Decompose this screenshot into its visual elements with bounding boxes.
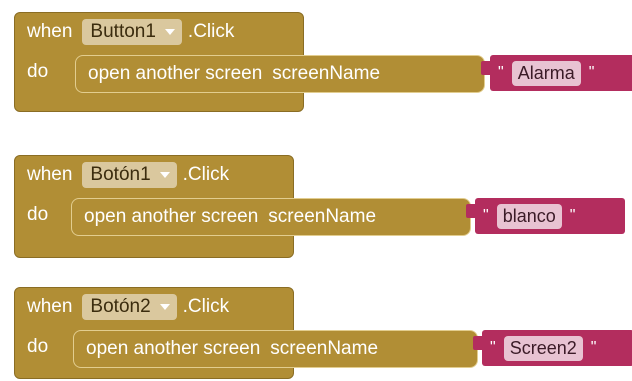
open-quote: " [483,207,489,224]
chevron-down-icon[interactable] [157,300,171,314]
when-keyword: when [27,164,73,185]
when-boton2-click-block[interactable]: when Botón2 .Click do open another scree… [14,287,632,379]
when-button1-click-block[interactable]: when Button1 .Click do open another scre… [14,12,632,112]
screen-name-param: screenName [272,63,381,84]
close-quote: " [588,64,595,81]
component-dropdown[interactable]: Botón2 [82,294,177,320]
text-string-block[interactable]: " Screen2 " [473,330,632,366]
chevron-down-icon[interactable] [162,25,176,39]
text-value-field[interactable]: blanco [496,203,562,229]
close-quote: " [569,207,576,224]
event-header: when Botón2 .Click [15,288,293,326]
component-dropdown[interactable]: Button1 [82,19,182,45]
open-quote: " [490,339,496,356]
text-string-block[interactable]: " Alarma " [481,55,632,91]
open-quote: " [498,64,504,81]
do-keyword: do [27,204,49,225]
when-boton1-click-block[interactable]: when Botón1 .Click do open another scree… [14,155,625,258]
open-another-screen-block[interactable]: open another screen screenName [71,198,471,236]
when-keyword: when [27,21,73,42]
event-header: when Botón1 .Click [15,156,293,194]
component-name: Botón2 [90,296,151,317]
text-value-field[interactable]: Screen2 [503,335,583,361]
component-dropdown[interactable]: Botón1 [82,162,177,188]
call-label: open another screen [86,338,261,359]
do-keyword: do [27,61,49,82]
event-header: when Button1 .Click [15,13,303,51]
text-value-field[interactable]: Alarma [511,60,581,86]
open-another-screen-block[interactable]: open another screen screenName [73,330,478,368]
do-keyword: do [27,336,49,357]
do-section: do open another screen screenName " Alar… [15,51,632,101]
event-name: .Click [182,296,230,317]
open-another-screen-block[interactable]: open another screen screenName [75,55,485,93]
chevron-down-icon[interactable] [157,168,171,182]
close-quote: " [590,339,597,356]
when-keyword: when [27,296,73,317]
text-string-block[interactable]: " blanco " [466,198,625,234]
screen-name-param: screenName [270,338,379,359]
event-name: .Click [187,21,235,42]
call-label: open another screen [88,63,263,84]
do-section: do open another screen screenName " blan… [15,194,625,244]
event-name: .Click [182,164,230,185]
do-section: do open another screen screenName " Scre… [15,326,632,376]
component-name: Botón1 [90,164,151,185]
call-label: open another screen [84,206,259,227]
screen-name-param: screenName [268,206,377,227]
component-name: Button1 [90,21,156,42]
